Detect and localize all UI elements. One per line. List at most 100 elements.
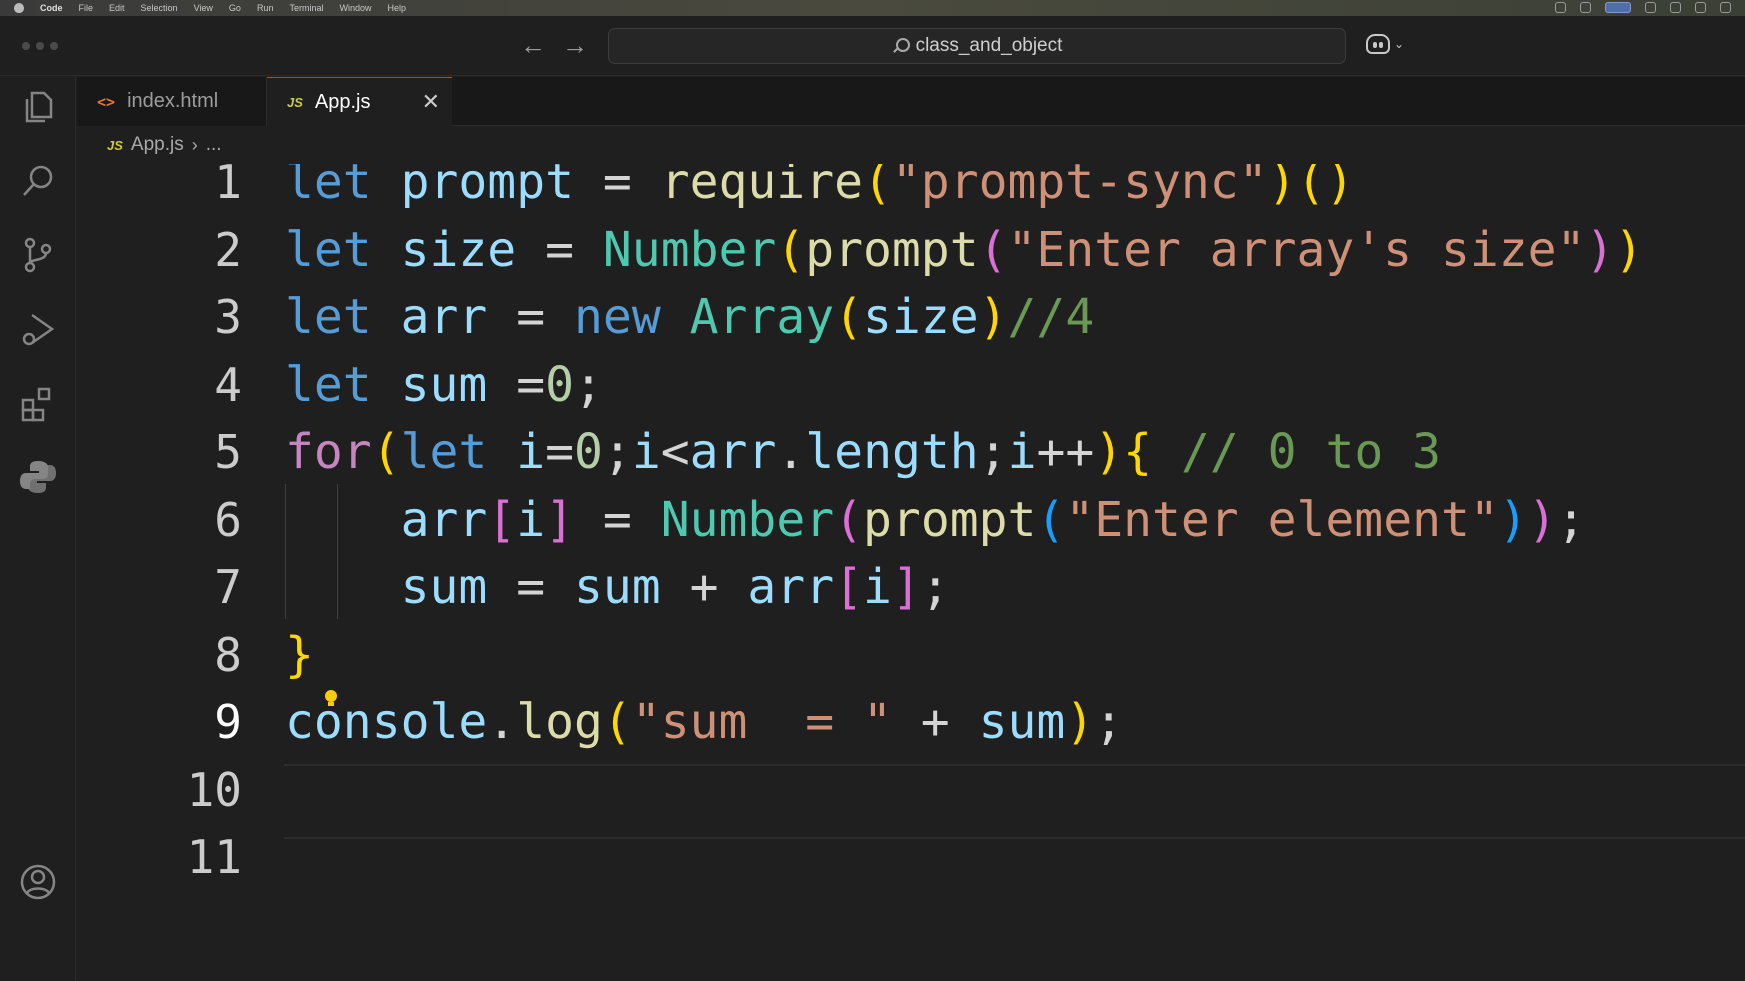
line-number: 7: [214, 560, 242, 614]
code-line[interactable]: }: [285, 618, 314, 693]
code-token: (: [978, 221, 1008, 278]
code-token: arr: [400, 289, 488, 345]
line-number: 10: [186, 762, 242, 817]
code-token: size: [400, 221, 517, 278]
code-token: sum: [978, 694, 1066, 750]
code-token: 0: [545, 356, 575, 413]
code-line[interactable]: console.log("sum = " + sum);: [285, 685, 1123, 760]
html-file-icon: <>: [97, 92, 116, 111]
code-line[interactable]: arr[i] = Number(prompt("Enter element"))…: [285, 483, 1586, 558]
code-token: arr: [400, 491, 488, 548]
menu-file[interactable]: File: [79, 3, 94, 13]
back-arrow-icon[interactable]: ←: [520, 30, 546, 60]
window-controls[interactable]: [22, 42, 58, 50]
run-debug-icon[interactable]: [18, 309, 58, 349]
tray-status-icon[interactable]: [1555, 2, 1566, 13]
line-number: 2: [214, 222, 242, 277]
code-token: ;: [920, 559, 950, 615]
code-token: =: [487, 356, 546, 413]
menu-terminal[interactable]: Terminal: [289, 3, 323, 13]
search-icon[interactable]: [18, 162, 58, 202]
js-file-icon: JS: [107, 137, 123, 153]
chevron-right-icon: ›: [191, 134, 198, 155]
command-center-search[interactable]: class_and_object: [608, 28, 1346, 64]
code-token: ): [1614, 221, 1644, 278]
code-token: length: [805, 424, 979, 480]
menu-go[interactable]: Go: [229, 3, 241, 13]
line-number: 9: [214, 695, 242, 749]
menu-window[interactable]: Window: [339, 3, 371, 13]
menu-view[interactable]: View: [194, 3, 213, 13]
code-token: sum: [400, 559, 488, 615]
code-token: i: [863, 559, 892, 615]
tab-label: App.js: [314, 90, 371, 113]
breadcrumb-symbols[interactable]: ...: [206, 134, 222, 156]
tab-index-html[interactable]: <> index.html: [77, 77, 267, 126]
code-token: "sum = ": [631, 694, 892, 750]
screen-share-icon[interactable]: [1605, 2, 1631, 13]
chevron-down-icon: ⌄: [1394, 37, 1405, 51]
activity-bar: [0, 77, 76, 981]
code-line[interactable]: let size = Number(prompt("Enter array's …: [285, 213, 1643, 288]
tray-status-icon[interactable]: [1695, 2, 1706, 13]
code-token: ): [1498, 491, 1528, 548]
apple-icon[interactable]: [14, 3, 24, 13]
code-token: let: [285, 356, 372, 413]
tray-status-icon[interactable]: [1670, 2, 1681, 13]
code-line[interactable]: let sum =0;: [285, 348, 603, 423]
code-token: log: [516, 694, 603, 750]
lightbulb-icon[interactable]: [324, 690, 338, 708]
code-token: (: [1036, 491, 1066, 548]
code-token: // 0 to 3: [1180, 424, 1442, 480]
code-token: ): [1267, 164, 1297, 210]
code-token: =: [574, 164, 661, 210]
menu-run[interactable]: Run: [257, 3, 274, 13]
accounts-icon[interactable]: [18, 862, 58, 902]
code-line[interactable]: let arr = new Array(size)//4: [285, 280, 1094, 355]
code-line[interactable]: sum = sum + arr[i];: [285, 550, 950, 625]
code-token: i: [516, 424, 546, 480]
code-token: (: [834, 491, 864, 548]
explorer-icon[interactable]: [18, 87, 58, 127]
code-token: arr: [747, 559, 835, 615]
code-token: =: [574, 491, 661, 548]
code-token: new: [574, 289, 661, 345]
menu-code[interactable]: Code: [40, 3, 63, 13]
code-token: [: [834, 559, 864, 615]
code-token: sum: [400, 356, 488, 413]
menu-edit[interactable]: Edit: [109, 3, 125, 13]
code-token: {: [1123, 424, 1153, 480]
code-token: ): [978, 289, 1008, 345]
code-token: let: [400, 424, 488, 480]
tray-status-icon[interactable]: [1580, 2, 1591, 13]
code-token: Number: [602, 221, 777, 278]
copilot-button[interactable]: ⌄: [1366, 34, 1404, 54]
code-token: (: [371, 424, 401, 480]
menu-selection[interactable]: Selection: [141, 3, 178, 13]
code-line[interactable]: for(let i=0;i<arr.length;i++){ // 0 to 3: [285, 415, 1441, 490]
line-number: 11: [186, 830, 242, 884]
code-token: let: [285, 164, 372, 210]
forward-arrow-icon[interactable]: →: [562, 30, 588, 60]
code-editor[interactable]: 1 2 3 4 5 6 7 8 9 10 11 let prompt = require("prom…: [77, 164, 1745, 981]
menu-help[interactable]: Help: [387, 3, 406, 13]
source-control-icon[interactable]: [18, 235, 58, 275]
code-token: console: [285, 694, 488, 750]
battery-icon[interactable]: [1720, 2, 1731, 13]
python-icon[interactable]: [18, 457, 58, 497]
tray-status-icon[interactable]: [1645, 2, 1656, 13]
breadcrumb-file[interactable]: App.js: [131, 134, 184, 156]
code-token: =: [516, 221, 603, 278]
copilot-icon: [1366, 34, 1390, 54]
code-token: ]: [891, 559, 921, 615]
close-icon[interactable]: ✕: [422, 88, 440, 116]
code-token: for: [285, 424, 372, 480]
extensions-icon[interactable]: [18, 384, 58, 424]
code-token: (: [776, 221, 806, 278]
code-token: Array: [689, 289, 835, 345]
tab-app-js[interactable]: JS App.js ✕: [267, 77, 452, 126]
code-token: (: [834, 289, 864, 345]
